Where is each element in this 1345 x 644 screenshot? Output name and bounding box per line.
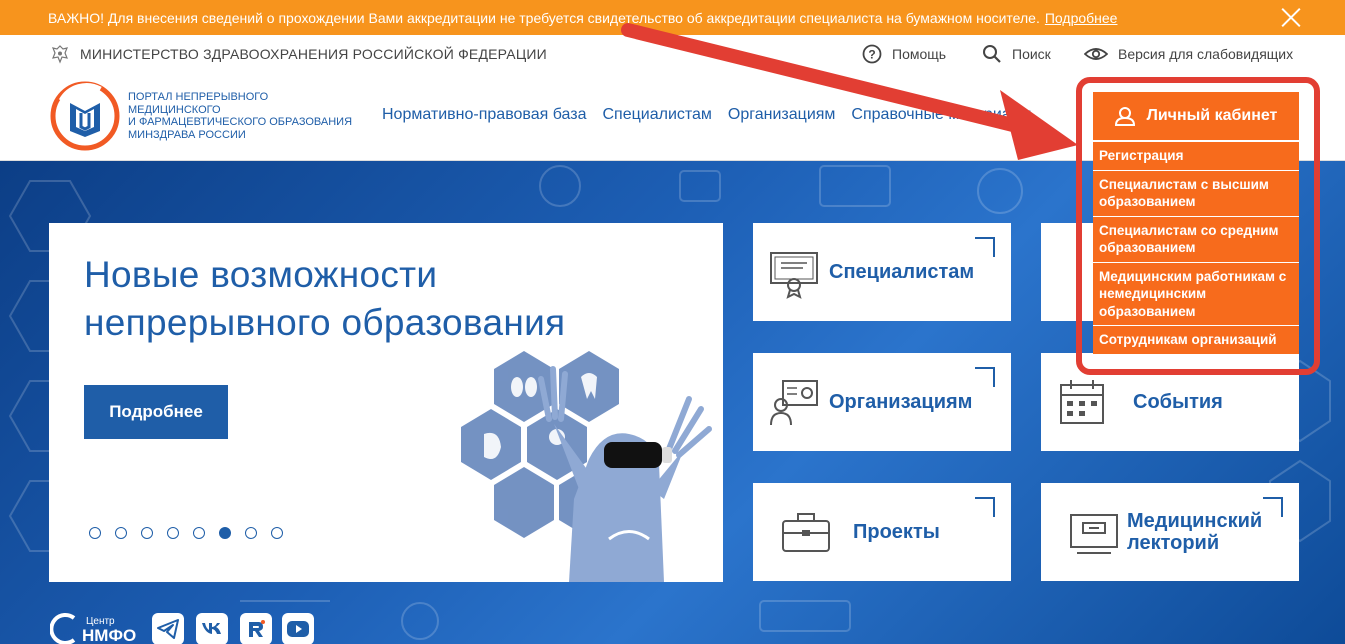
portal-name: ПОРТАЛ НЕПРЕРЫВНОГО МЕДИЦИНСКОГО И ФАРМА… [128,91,352,141]
user-icon [1114,107,1135,126]
nav-legal-base[interactable]: Нормативно-правовая база [382,106,586,124]
slide-dot[interactable] [245,527,257,539]
telegram-icon [152,613,184,644]
personal-cabinet-button[interactable]: Личный кабинет [1093,92,1299,140]
corner-icon [1263,497,1283,517]
nmfo-logo: Центр НМФО [50,613,136,644]
corner-icon [975,497,995,517]
card-organizations-label: Организациям [829,391,973,413]
menu-item-non-medical-education[interactable]: Медицинским работникам с немедицинским о… [1093,263,1299,326]
youtube-icon [282,613,314,644]
vk-icon [196,613,228,644]
rutube-icon [240,613,272,644]
card-projects-label: Проекты [853,521,940,543]
menu-item-organization-staff[interactable]: Сотрудникам организаций [1093,326,1299,354]
hero-slide: Новые возможности непрерывного образован… [49,223,723,582]
accessibility-link[interactable]: Версия для слабовидящих [1084,44,1293,64]
card-projects[interactable]: Проекты [753,483,1011,581]
menu-item-secondary-education[interactable]: Специалистам со средним образованием [1093,217,1299,263]
emblem-icon [52,45,68,64]
vr-doctor-illustration [461,351,712,582]
slide-title: Новые возможности непрерывного образован… [84,251,565,347]
portal-name-line: ПОРТАЛ НЕПРЕРЫВНОГО [128,91,269,103]
slide-pagination [89,527,283,539]
briefcase-icon [782,513,830,552]
portal-name-line: И ФАРМАЦЕВТИЧЕСКОГО ОБРАЗОВАНИЯ [128,116,353,129]
slide-dot[interactable] [89,527,101,539]
telegram-link[interactable] [152,613,184,644]
slide-more-button[interactable]: Подробнее [84,385,228,439]
nmfo-center-link[interactable]: Центр НМФО [50,613,144,644]
slide-dot[interactable] [115,527,127,539]
menu-item-registration[interactable]: Регистрация [1093,142,1299,171]
certificate-icon [770,252,818,299]
personal-cabinet-label: Личный кабинет [1146,107,1278,124]
menu-item-higher-education[interactable]: Специалистам с высшим образованием [1093,171,1299,217]
calendar-icon [1060,380,1104,424]
corner-icon [975,237,995,257]
portal-logo[interactable] [50,81,120,151]
slide-title-line: Новые возможности [84,254,438,295]
monitor-icon [1070,514,1118,554]
nmfo-big-text: НМФО [82,626,136,644]
card-lectures-label: Медицинский лекторий [1127,510,1262,554]
portal-name-line: МЕДИЦИНСКОГО [128,103,221,116]
ministry-name: МИНИСТЕРСТВО ЗДРАВООХРАНЕНИЯ РОССИЙСКОЙ … [80,46,547,62]
rutube-link[interactable] [240,613,272,644]
youtube-link[interactable] [282,613,314,644]
red-arrow-annotation [621,23,1078,160]
slide-dot[interactable] [141,527,153,539]
vk-link[interactable] [196,613,228,644]
close-icon[interactable] [1280,7,1301,28]
card-specialists-label: Специалистам [829,261,975,283]
slide-dot[interactable] [271,527,283,539]
card-lectures-line: Медицинский [1127,510,1263,532]
card-organizations[interactable]: Организациям [753,353,1011,451]
card-specialists[interactable]: Специалистам [753,223,1011,321]
presentation-icon [770,380,818,426]
slide-dot-active[interactable] [219,527,231,539]
card-events-label: События [1133,391,1223,413]
personal-cabinet-menu: Регистрация Специалистам с высшим образо… [1093,142,1299,354]
portal-name-line: МИНЗДРАВА РОССИИ [128,128,246,141]
slide-dot[interactable] [167,527,179,539]
card-lectures-line: лекторий [1127,532,1220,554]
slide-title-line: непрерывного образования [84,302,566,343]
corner-icon [975,367,995,387]
card-lectures[interactable]: Медицинский лекторий [1041,483,1299,581]
accessibility-label: Версия для слабовидящих [1118,46,1294,62]
ministry-link[interactable]: МИНИСТЕРСТВО ЗДРАВООХРАНЕНИЯ РОССИЙСКОЙ … [50,44,547,64]
slide-dot[interactable] [193,527,205,539]
